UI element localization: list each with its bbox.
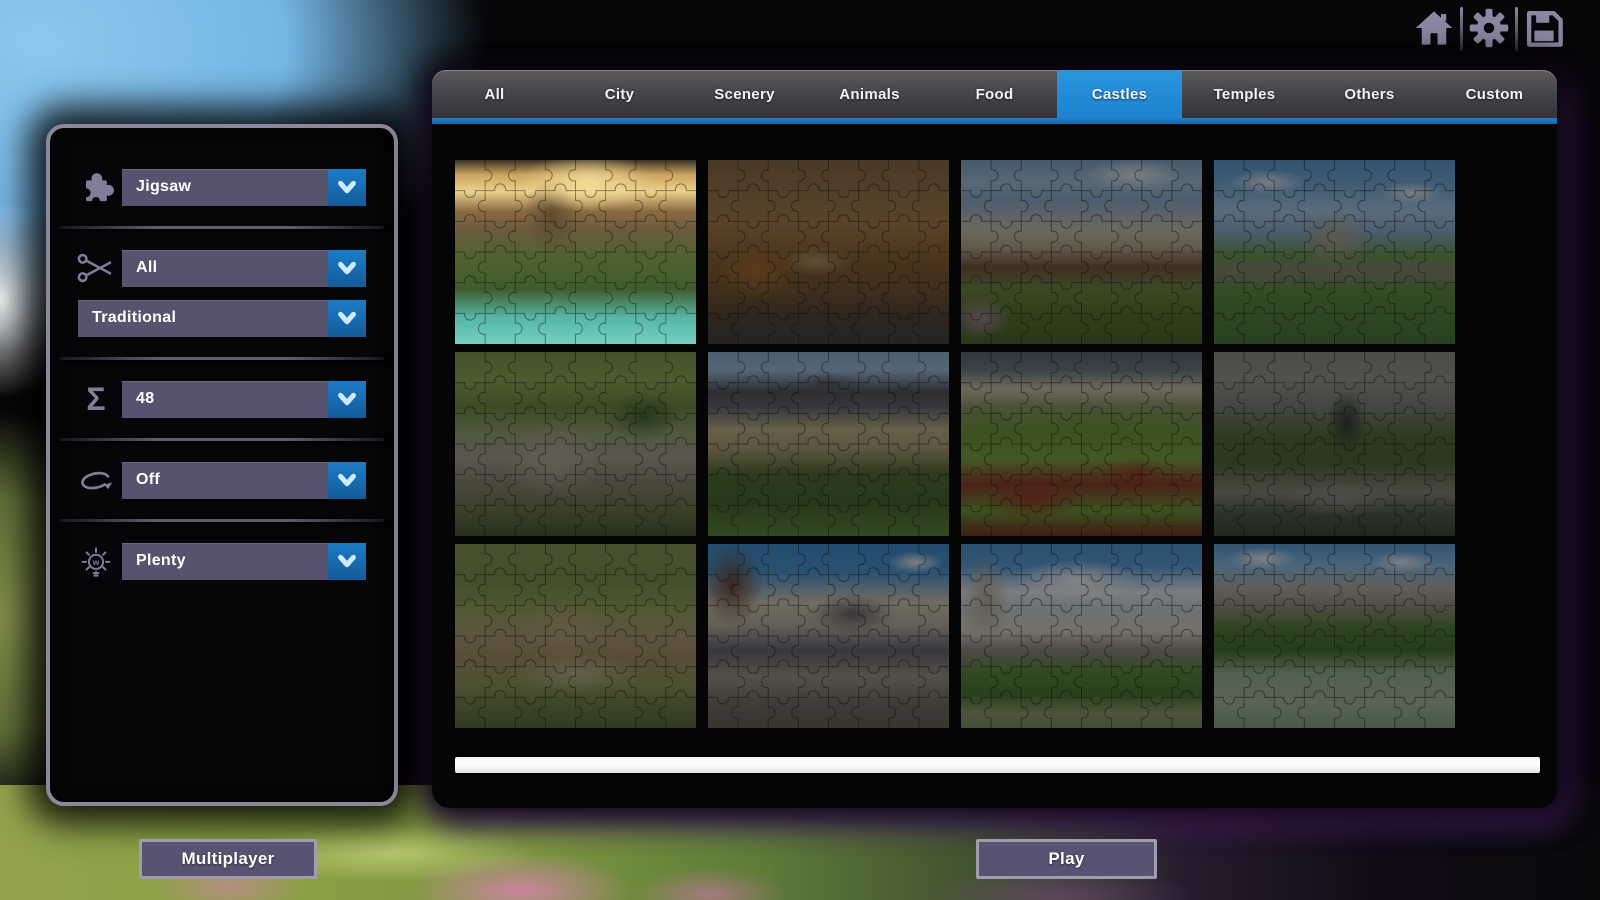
chevron-down-icon bbox=[328, 249, 366, 287]
hints-dropdown[interactable]: Plenty bbox=[122, 542, 366, 580]
setting-row-hints: w Plenty bbox=[70, 542, 366, 580]
divider bbox=[60, 226, 384, 229]
puzzle-thumbnail-mont-saint-michel-sheep[interactable] bbox=[1214, 160, 1455, 344]
puzzle-thumbnail-domed-palace-gardens[interactable] bbox=[708, 352, 949, 536]
tab-others[interactable]: Others bbox=[1307, 70, 1432, 118]
setting-row-piece-count: Σ 48 bbox=[70, 380, 366, 418]
puzzle-thumbnail-ruined-castle-aerial[interactable] bbox=[455, 352, 696, 536]
rotation-dropdown[interactable]: Off bbox=[122, 461, 366, 499]
setting-row-cut-style: All bbox=[70, 249, 366, 287]
puzzle-thumbnail-chateau-tower-clouds[interactable] bbox=[961, 544, 1202, 728]
tab-all[interactable]: All bbox=[432, 70, 557, 118]
svg-text:w: w bbox=[92, 557, 100, 567]
puzzle-piece-icon bbox=[70, 167, 122, 207]
setting-row-rotation: Off bbox=[70, 461, 366, 499]
image-browser-panel: All City Scenery Animals Food Castles Temples O… bbox=[432, 70, 1557, 808]
home-icon bbox=[1413, 7, 1455, 52]
piece-count-dropdown[interactable]: 48 bbox=[122, 380, 366, 418]
puzzle-thumbnail-autumn-river-village[interactable] bbox=[708, 160, 949, 344]
tab-city[interactable]: City bbox=[557, 70, 682, 118]
dropdown-value: 48 bbox=[136, 390, 155, 407]
cut-style-dropdown[interactable]: All bbox=[122, 249, 366, 287]
puzzle-thumbnail-chateau-rooftop-spires[interactable] bbox=[708, 544, 949, 728]
chevron-down-icon bbox=[328, 461, 366, 499]
dropdown-value: Off bbox=[136, 471, 161, 488]
puzzle-thumbnail-hilltop-chateau-garden[interactable] bbox=[961, 160, 1202, 344]
puzzle-thumbnail-chateau-water-parterre[interactable] bbox=[1214, 544, 1455, 728]
chevron-down-icon bbox=[328, 299, 366, 337]
chevron-down-icon bbox=[328, 542, 366, 580]
play-button[interactable]: Play bbox=[976, 839, 1157, 879]
tab-temples[interactable]: Temples bbox=[1182, 70, 1307, 118]
settings-button[interactable] bbox=[1463, 6, 1515, 52]
save-button[interactable] bbox=[1518, 6, 1570, 52]
scissors-icon bbox=[70, 248, 122, 288]
divider bbox=[60, 357, 384, 360]
settings-gear-icon bbox=[1468, 7, 1510, 52]
chevron-down-icon bbox=[328, 168, 366, 206]
save-icon bbox=[1523, 7, 1565, 52]
horizontal-scrollbar[interactable] bbox=[455, 757, 1540, 773]
background-flowers bbox=[600, 810, 820, 900]
puzzle-thumbnail-ornamental-parterre-garden[interactable] bbox=[961, 352, 1202, 536]
divider bbox=[60, 519, 384, 522]
home-button[interactable] bbox=[1408, 6, 1460, 52]
puzzle-thumbnail-chateau-fountain-statue[interactable] bbox=[1214, 352, 1455, 536]
dropdown-value: Jigsaw bbox=[136, 178, 192, 195]
category-tabbar: All City Scenery Animals Food Castles Temples O… bbox=[432, 70, 1557, 118]
dropdown-value: Traditional bbox=[92, 309, 177, 326]
cut-shape-dropdown[interactable]: Traditional bbox=[78, 299, 366, 337]
setting-row-puzzle-type: Jigsaw bbox=[70, 168, 366, 206]
background-flowers bbox=[360, 810, 680, 900]
dropdown-value: All bbox=[136, 259, 158, 276]
settings-panel: Jigsaw All Traditional Σ 48 Off w Plenty bbox=[46, 124, 398, 806]
puzzle-thumbnail-grid bbox=[455, 160, 1455, 728]
sigma-icon: Σ bbox=[86, 380, 106, 417]
tab-animals[interactable]: Animals bbox=[807, 70, 932, 118]
tab-castles[interactable]: Castles bbox=[1057, 70, 1182, 118]
tabbar-accent-strip bbox=[432, 118, 1557, 124]
setting-row-cut-shape: Traditional bbox=[78, 299, 366, 337]
puzzle-type-dropdown[interactable]: Jigsaw bbox=[122, 168, 366, 206]
divider bbox=[60, 438, 384, 441]
puzzle-thumbnail-lakeside-castle-sunset[interactable] bbox=[455, 160, 696, 344]
multiplayer-button[interactable]: Multiplayer bbox=[139, 839, 317, 879]
tab-custom[interactable]: Custom bbox=[1432, 70, 1557, 118]
chevron-down-icon bbox=[328, 380, 366, 418]
tab-scenery[interactable]: Scenery bbox=[682, 70, 807, 118]
puzzle-thumbnail-star-fortress-aerial[interactable] bbox=[455, 544, 696, 728]
rotation-icon bbox=[70, 460, 122, 500]
dropdown-value: Plenty bbox=[136, 552, 186, 569]
hint-bulb-icon: w bbox=[70, 541, 122, 581]
tab-food[interactable]: Food bbox=[932, 70, 1057, 118]
topbar bbox=[1408, 4, 1570, 54]
